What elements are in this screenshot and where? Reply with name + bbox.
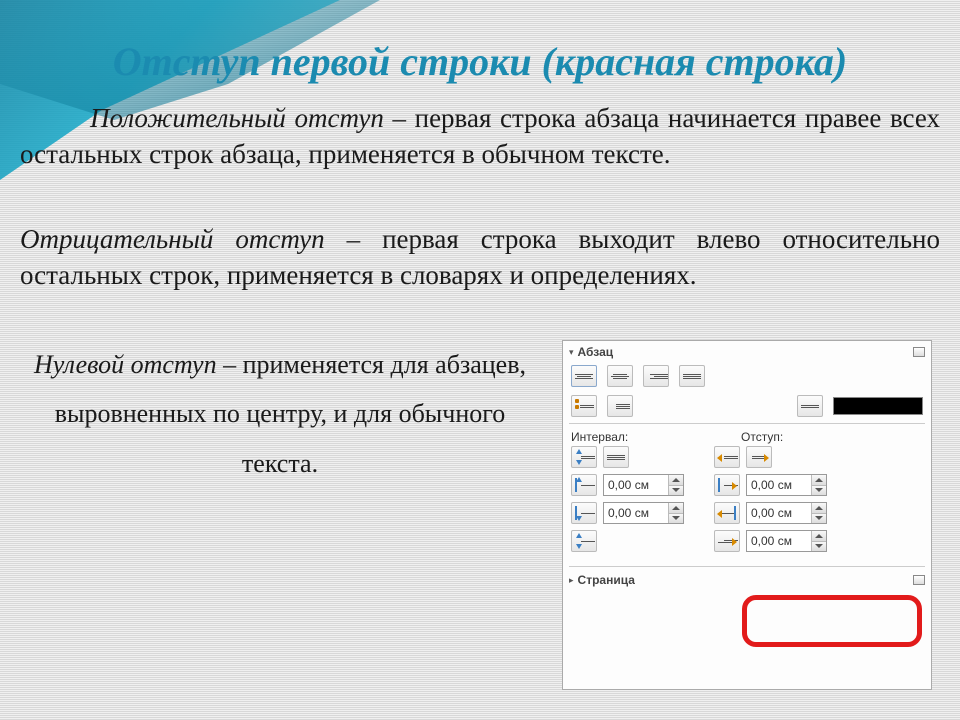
spin-up-icon[interactable] bbox=[812, 531, 826, 542]
term-zero: Нулевой отступ bbox=[34, 350, 217, 379]
alignment-row bbox=[563, 361, 931, 391]
spacing-indent-group bbox=[563, 444, 931, 564]
bullets-icon[interactable] bbox=[571, 395, 597, 417]
indent-left-field[interactable] bbox=[747, 475, 811, 495]
spin-up-icon[interactable] bbox=[812, 503, 826, 514]
align-left-icon[interactable] bbox=[571, 365, 597, 387]
label-interval: Интервал: bbox=[571, 430, 741, 444]
first-line-indent-icon[interactable] bbox=[714, 530, 740, 552]
paragraph-negative: Отрицательный отступ – первая строка вых… bbox=[20, 221, 940, 294]
align-justify-icon[interactable] bbox=[679, 365, 705, 387]
color-swatch[interactable] bbox=[833, 397, 923, 415]
indent-left-icon[interactable] bbox=[714, 474, 740, 496]
space-after-field[interactable] bbox=[604, 503, 668, 523]
align-center-icon[interactable] bbox=[607, 365, 633, 387]
align-right-icon[interactable] bbox=[643, 365, 669, 387]
decrease-indent-icon[interactable] bbox=[714, 446, 740, 468]
spin-down-icon[interactable] bbox=[669, 486, 683, 496]
paragraph-positive: Положительный отступ – первая строка абз… bbox=[20, 100, 940, 173]
spin-down-icon[interactable] bbox=[812, 514, 826, 524]
indent-left-input[interactable] bbox=[746, 474, 827, 496]
list-row bbox=[563, 391, 931, 421]
line-spacing-icon[interactable] bbox=[571, 446, 597, 468]
slide-title: Отступ первой строки (красная строка) bbox=[0, 38, 960, 85]
increase-indent-icon[interactable] bbox=[746, 446, 772, 468]
dialog-launcher-icon[interactable] bbox=[913, 575, 925, 585]
indent-right-input[interactable] bbox=[746, 502, 827, 524]
first-line-indent-input[interactable] bbox=[746, 530, 827, 552]
numbering-icon[interactable] bbox=[607, 395, 633, 417]
spin-down-icon[interactable] bbox=[812, 542, 826, 552]
panel-header-page[interactable]: ▸ Страница bbox=[563, 569, 931, 589]
dialog-launcher-icon[interactable] bbox=[913, 347, 925, 357]
spin-down-icon[interactable] bbox=[669, 514, 683, 524]
paragraph-panel: ▾ Абзац Интервал: Отступ: bbox=[562, 340, 932, 690]
space-before-field[interactable] bbox=[604, 475, 668, 495]
space-after-icon[interactable] bbox=[571, 502, 597, 524]
space-before-icon[interactable] bbox=[571, 474, 597, 496]
divider bbox=[569, 566, 925, 567]
paragraph-zero: Нулевой отступ – применяется для абзацев… bbox=[20, 340, 540, 488]
collapse-icon: ▾ bbox=[569, 347, 574, 358]
panel-header-paragraph[interactable]: ▾ Абзац bbox=[563, 341, 931, 361]
indent-right-field[interactable] bbox=[747, 503, 811, 523]
expand-icon: ▸ bbox=[569, 575, 574, 586]
panel-title-paragraph: Абзац bbox=[578, 345, 913, 359]
space-after-input[interactable] bbox=[603, 502, 684, 524]
space-before-input[interactable] bbox=[603, 474, 684, 496]
spin-up-icon[interactable] bbox=[669, 475, 683, 486]
tight-spacing-icon[interactable] bbox=[603, 446, 629, 468]
label-indent: Отступ: bbox=[741, 430, 783, 444]
indent-column bbox=[714, 446, 827, 558]
space-both-icon[interactable] bbox=[571, 530, 597, 552]
interval-column bbox=[571, 446, 684, 558]
divider bbox=[569, 423, 925, 424]
indent-right-icon[interactable] bbox=[714, 502, 740, 524]
panel-title-page: Страница bbox=[578, 573, 913, 587]
labels-row: Интервал: Отступ: bbox=[563, 426, 931, 444]
spin-up-icon[interactable] bbox=[669, 503, 683, 514]
first-line-indent-field[interactable] bbox=[747, 531, 811, 551]
term-negative: Отрицательный отступ bbox=[20, 224, 325, 254]
fill-icon[interactable] bbox=[797, 395, 823, 417]
spin-up-icon[interactable] bbox=[812, 475, 826, 486]
spin-down-icon[interactable] bbox=[812, 486, 826, 496]
slide: Отступ первой строки (красная строка) По… bbox=[0, 0, 960, 720]
term-positive: Положительный отступ bbox=[90, 103, 384, 133]
